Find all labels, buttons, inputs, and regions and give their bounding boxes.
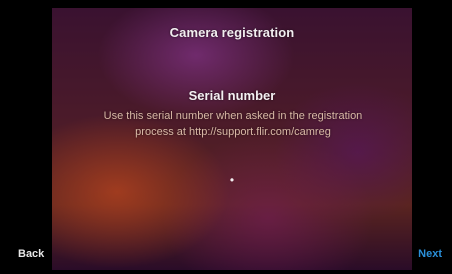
registration-instructions: Use this serial number when asked in the… <box>103 110 363 138</box>
serial-number-heading: Serial number <box>188 88 276 103</box>
page-title: Camera registration <box>169 25 295 40</box>
serial-number-value: • <box>229 173 235 187</box>
back-button[interactable]: Back <box>18 248 44 260</box>
next-button[interactable]: Next <box>418 248 442 260</box>
camera-registration-screen: Camera registration Serial number Use th… <box>0 0 452 274</box>
